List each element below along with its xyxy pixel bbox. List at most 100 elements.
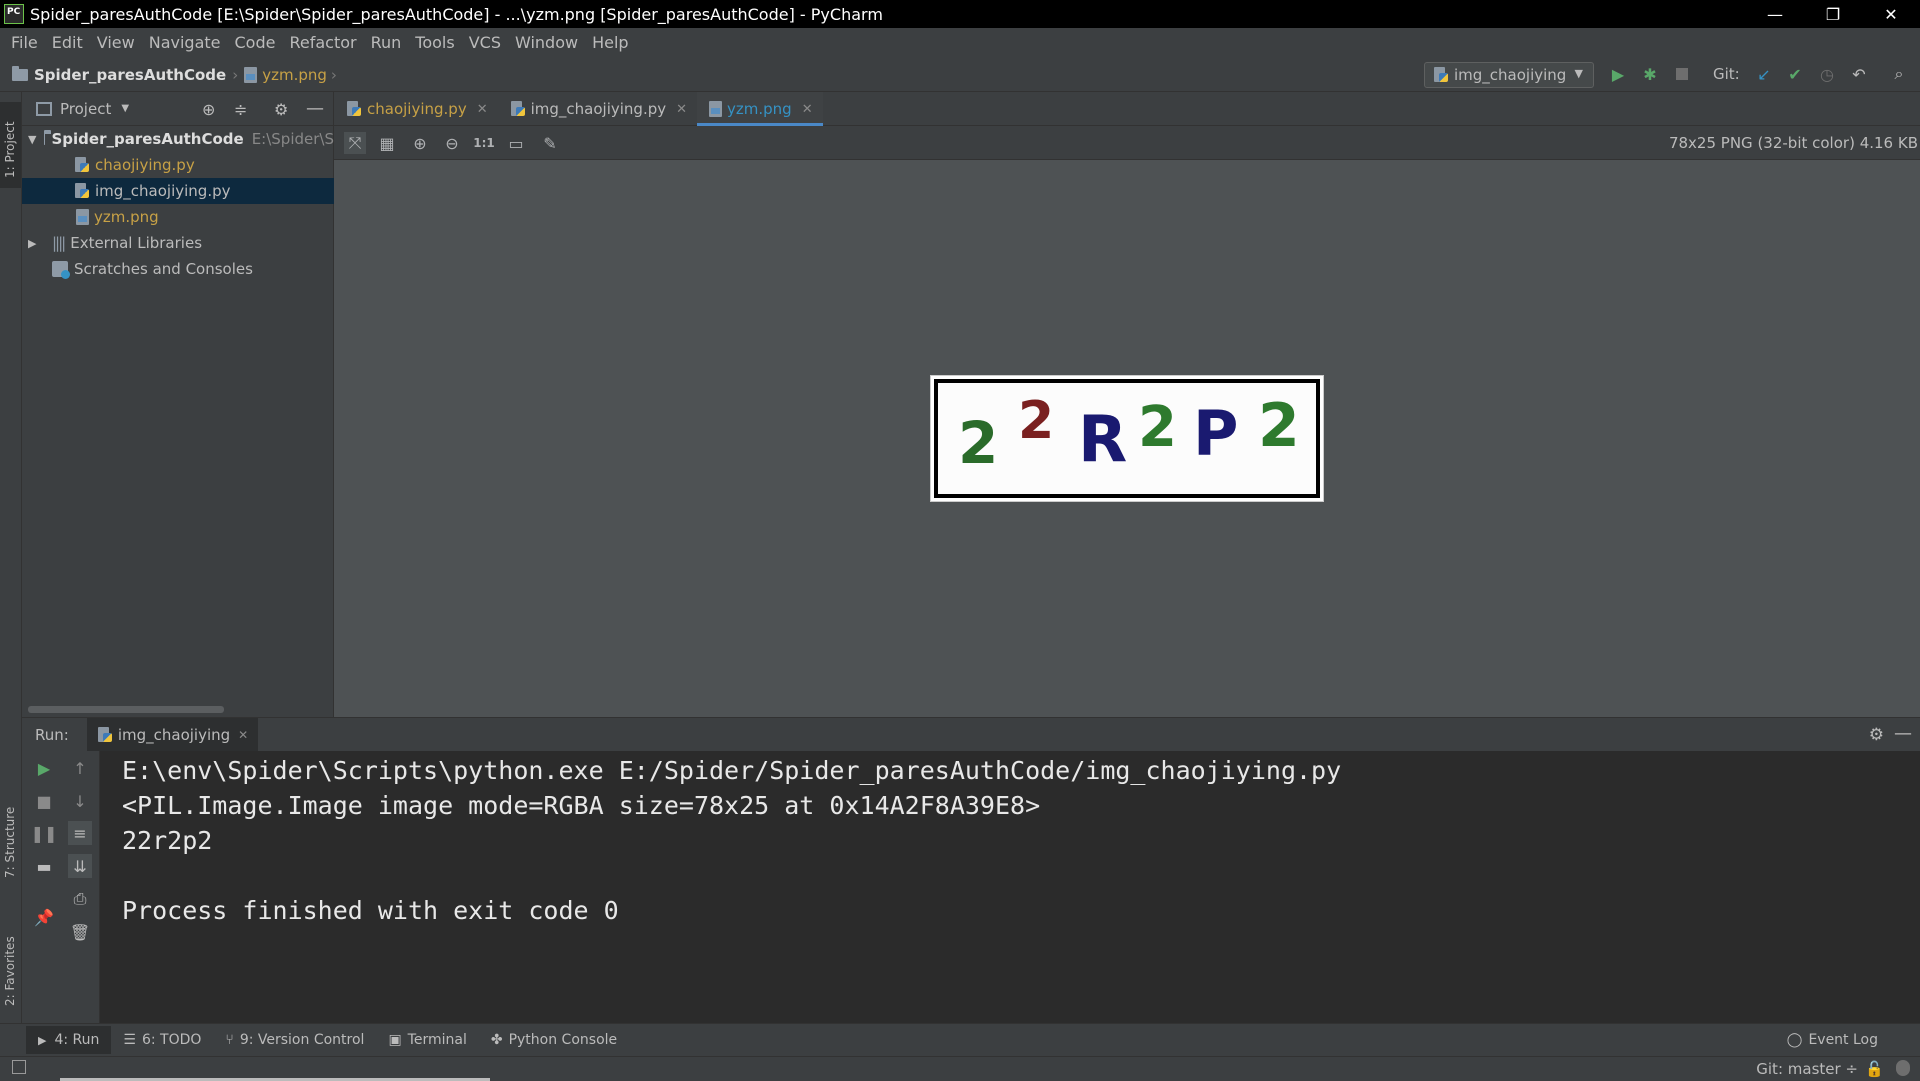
collapse-all-icon[interactable]: ≑ (234, 100, 247, 119)
grid-icon[interactable]: ▦ (376, 132, 398, 154)
favorites-tool-tab[interactable]: 2: Favorites (0, 910, 21, 1010)
python-icon: ✤ (490, 1032, 503, 1048)
zoom-out-icon[interactable]: ⊖ (441, 132, 463, 154)
memory-indicator-icon[interactable] (1896, 1060, 1910, 1076)
menu-vcs[interactable]: VCS (462, 33, 508, 52)
pause-icon[interactable]: ❚❚ (31, 821, 58, 845)
fit-zoom-icon[interactable]: ⤧ (344, 132, 366, 154)
chevron-down-icon[interactable]: ▼ (121, 103, 129, 114)
tool-tab-version-control[interactable]: ⑂ 9: Version Control (213, 1026, 376, 1054)
debug-icon[interactable]: ✱ (1641, 65, 1659, 84)
lock-icon[interactable]: 🔓 (1865, 1060, 1884, 1078)
event-log-icon: ◯ (1786, 1032, 1803, 1048)
close-icon[interactable]: ✕ (676, 102, 687, 117)
run-tab[interactable]: img_chaojiying ✕ (86, 717, 259, 752)
chevron-down-icon[interactable]: ▼ (28, 133, 36, 146)
hide-panel-icon[interactable]: — (306, 98, 324, 119)
structure-tool-tab[interactable]: 7: Structure (0, 782, 21, 882)
gear-icon[interactable]: ⚙ (274, 100, 288, 119)
layout-icon[interactable]: ▬ (32, 854, 56, 878)
tree-item-chaojiying[interactable]: chaojiying.py (22, 152, 334, 178)
tree-item-external-libraries[interactable]: ▶ |||| External Libraries (22, 230, 334, 256)
stop-icon[interactable] (1673, 65, 1691, 83)
run-configuration-select[interactable]: img_chaojiying ▼ (1424, 62, 1594, 88)
tree-item-label: Scratches and Consoles (74, 260, 253, 278)
run-label: Run: (35, 725, 69, 744)
tool-tab-todo[interactable]: ☰ 6: TODO (111, 1026, 213, 1054)
menu-view[interactable]: View (90, 33, 142, 52)
breadcrumb-project[interactable]: Spider_paresAuthCode (34, 66, 226, 84)
captcha-char: P (1193, 397, 1239, 470)
captcha-char: 2 (1138, 395, 1177, 460)
git-commit-icon[interactable]: ✔ (1786, 65, 1804, 84)
tool-tab-terminal[interactable]: ▣ Terminal (376, 1026, 478, 1054)
color-picker-icon[interactable]: ✎ (539, 132, 561, 154)
tree-item-scratches[interactable]: Scratches and Consoles (22, 256, 334, 282)
print-icon[interactable]: ⎙ (68, 887, 92, 911)
rerun-icon[interactable]: ▶ (32, 756, 56, 780)
soft-wrap-icon[interactable]: ≡ (68, 821, 92, 845)
tab-chaojiying[interactable]: chaojiying.py ✕ (334, 92, 498, 126)
locate-icon[interactable]: ⊕ (202, 100, 215, 119)
menu-help[interactable]: Help (585, 33, 635, 52)
trash-icon[interactable]: 🗑 (68, 920, 92, 944)
menu-tools[interactable]: Tools (408, 33, 461, 52)
menu-code[interactable]: Code (228, 33, 283, 52)
fit-window-icon[interactable]: ▭ (505, 132, 527, 154)
project-tool-tab[interactable]: 1: Project (0, 102, 21, 188)
arrow-down-icon[interactable]: ↓ (68, 789, 92, 813)
project-panel-title[interactable]: Project (60, 100, 111, 118)
restore-button[interactable]: ❐ (1804, 0, 1862, 28)
close-icon[interactable]: ✕ (802, 102, 813, 117)
git-branch[interactable]: Git: master ÷ (1756, 1060, 1858, 1078)
close-icon[interactable]: ✕ (238, 728, 248, 742)
tree-item-project-root[interactable]: ▼ Spider_paresAuthCode E:\Spider\S (22, 126, 334, 152)
event-log-button[interactable]: ◯ Event Log (1775, 1026, 1890, 1054)
folder-icon (44, 130, 52, 145)
menu-file[interactable]: File (4, 33, 45, 52)
tool-tab-python-console[interactable]: ✤ Python Console (479, 1026, 629, 1054)
terminal-icon: ▣ (388, 1032, 402, 1048)
tool-tab-run[interactable]: ▶ 4: Run (26, 1026, 112, 1054)
event-log-label: Event Log (1808, 1032, 1878, 1048)
tree-item-path: E:\Spider\S (251, 130, 334, 148)
gear-icon[interactable]: ⚙ (1869, 725, 1884, 745)
menu-window[interactable]: Window (508, 33, 585, 52)
captcha-char: R (1078, 403, 1128, 477)
console-output[interactable]: E:\env\Spider\Scripts\python.exe E:/Spid… (100, 751, 1920, 1023)
run-icon[interactable]: ▶ (1609, 65, 1627, 84)
tool-tab-label: Terminal (407, 1032, 467, 1048)
tool-window-toggle-icon[interactable] (12, 1060, 26, 1074)
stop-icon[interactable]: ■ (32, 789, 56, 813)
tree-item-img-chaojiying[interactable]: img_chaojiying.py (22, 178, 334, 204)
git-update-icon[interactable]: ↙ (1755, 65, 1773, 84)
menu-refactor[interactable]: Refactor (282, 33, 363, 52)
breadcrumb-file[interactable]: yzm.png (262, 66, 327, 84)
image-canvas: 2 2 R 2 P 2 (334, 160, 1920, 717)
menu-run[interactable]: Run (364, 33, 409, 52)
library-icon: |||| (52, 234, 66, 252)
tree-item-yzm[interactable]: yzm.png (22, 204, 334, 230)
menu-navigate[interactable]: Navigate (142, 33, 228, 52)
scroll-to-end-icon[interactable]: ⇊ (68, 854, 92, 878)
menu-edit[interactable]: Edit (45, 33, 90, 52)
history-icon[interactable]: ◷ (1818, 65, 1836, 84)
tab-img-chaojiying[interactable]: img_chaojiying.py ✕ (498, 92, 697, 126)
rollback-icon[interactable]: ↶ (1850, 65, 1868, 84)
captcha-char: 2 (1258, 391, 1300, 461)
tab-yzm[interactable]: yzm.png ✕ (697, 92, 823, 126)
captcha-char: 2 (1018, 391, 1055, 451)
pin-icon[interactable]: 📌 (32, 905, 56, 929)
captcha-image: 2 2 R 2 P 2 (930, 375, 1324, 502)
arrow-up-icon[interactable]: ↑ (68, 756, 92, 780)
hide-panel-icon[interactable]: — (1894, 723, 1912, 744)
zoom-in-icon[interactable]: ⊕ (409, 132, 431, 154)
search-icon[interactable]: ⌕ (1890, 64, 1908, 83)
minimize-button[interactable]: — (1746, 0, 1804, 28)
close-button[interactable]: ✕ (1862, 0, 1920, 28)
close-icon[interactable]: ✕ (477, 102, 488, 117)
tool-tab-label: 4: Run (54, 1032, 100, 1048)
chevron-right-icon[interactable]: ▶ (28, 237, 44, 250)
actual-size-button[interactable]: 1:1 (473, 132, 495, 154)
horizontal-scrollbar[interactable] (28, 706, 224, 713)
